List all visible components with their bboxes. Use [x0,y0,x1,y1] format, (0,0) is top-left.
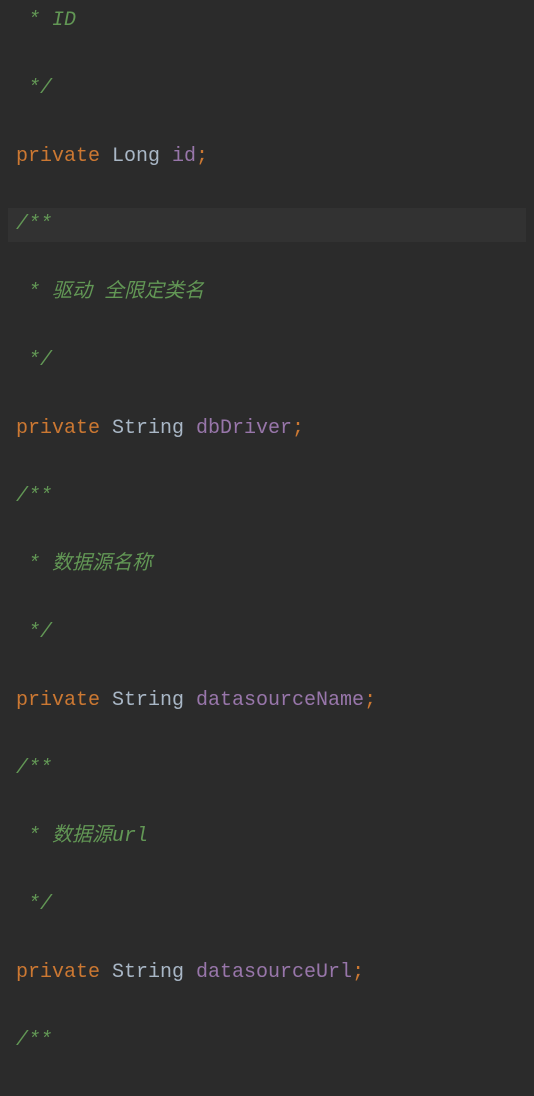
code-token: */ [16,77,52,100]
code-token: * 数据源名称 [16,553,152,576]
code-token: * 数据源url [16,825,148,848]
code-line[interactable]: /** [8,480,526,514]
code-token: ; [364,689,376,712]
code-line[interactable]: private String datasourceName; [8,684,526,718]
code-line[interactable]: /** [8,208,526,242]
code-line[interactable]: private Long id; [8,140,526,174]
code-token: ; [196,145,208,168]
code-token: private [16,961,112,984]
code-token: private [16,145,112,168]
code-token: datasourceUrl [196,961,352,984]
code-token: */ [16,893,52,916]
code-token: String [112,961,196,984]
code-token: String [112,689,196,712]
code-token: /** [16,213,52,236]
code-line[interactable]: */ [8,344,526,378]
code-token: String [112,417,196,440]
code-token: private [16,417,112,440]
code-line[interactable]: * 驱动 全限定类名 [8,276,526,310]
code-editor[interactable]: * ID */ private Long id; /** * 驱动 全限定类名 … [0,0,534,1096]
code-line[interactable]: /** [8,1024,526,1058]
code-line[interactable]: */ [8,616,526,650]
code-token: Long [112,145,172,168]
code-line[interactable]: */ [8,72,526,106]
code-token: ; [292,417,304,440]
code-line[interactable]: */ [8,888,526,922]
code-line[interactable]: * 数据源名称 [8,548,526,582]
code-line[interactable]: private String dbDriver; [8,412,526,446]
code-token: */ [16,621,52,644]
code-token: dbDriver [196,417,292,440]
code-token: id [172,145,196,168]
code-token: ; [352,961,364,984]
code-token: /** [16,757,52,780]
code-line[interactable]: * ID [8,4,526,38]
code-line[interactable]: * 数据源url [8,820,526,854]
code-line[interactable]: private String datasourceUrl; [8,956,526,990]
code-token: /** [16,485,52,508]
code-token: private [16,689,112,712]
code-token: */ [16,349,52,372]
code-line[interactable]: /** [8,752,526,786]
code-token: * 驱动 全限定类名 [16,281,204,304]
code-token: * ID [16,9,76,32]
code-token: datasourceName [196,689,364,712]
code-token: /** [16,1029,52,1052]
